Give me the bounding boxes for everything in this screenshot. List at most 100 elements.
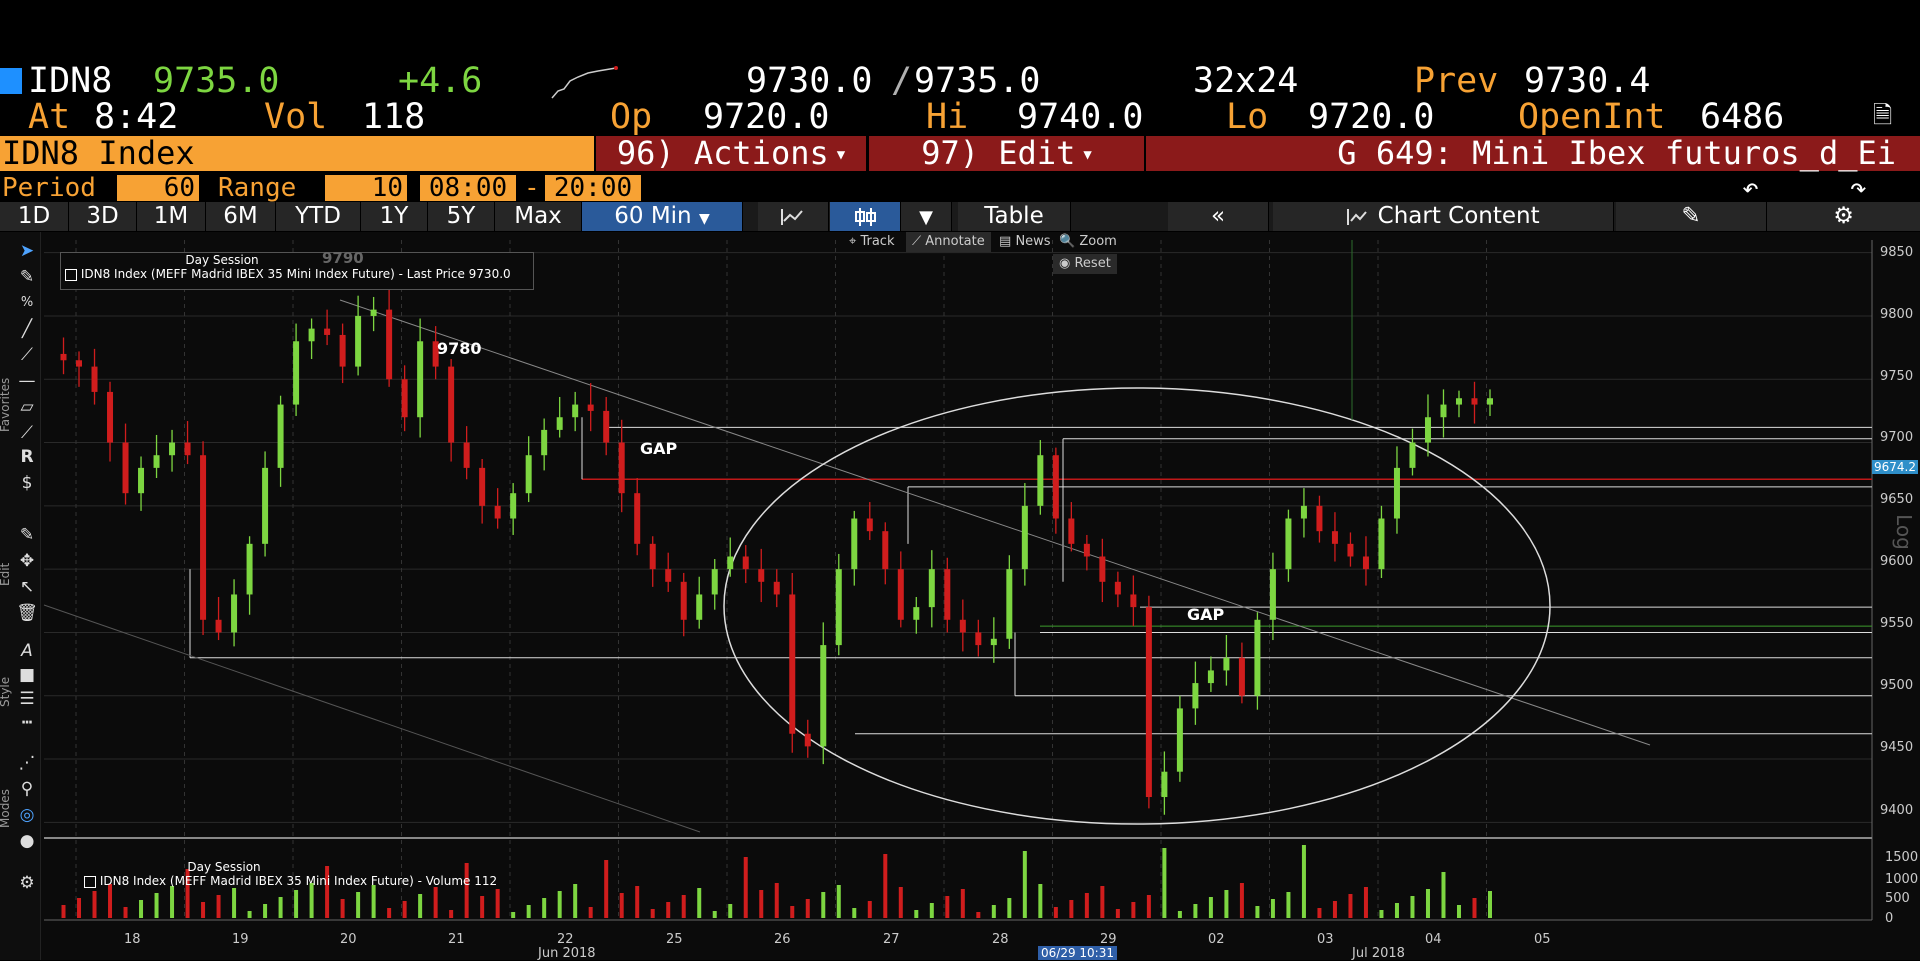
candle-body — [913, 607, 920, 620]
range-3d-button[interactable]: 3D — [69, 202, 137, 231]
fill-color-icon[interactable]: ■ — [16, 664, 38, 686]
select-arrow-icon[interactable]: ↖ — [16, 576, 38, 598]
volume-bar — [1317, 908, 1322, 918]
trash-icon[interactable]: 🗑 — [16, 602, 38, 624]
volume-bar — [1162, 848, 1167, 918]
volume-legend-series: IDN8 Index (MEFF Madrid IBEX 35 Mini Ind… — [99, 874, 498, 888]
track-button[interactable]: ⌖ Track — [843, 232, 901, 252]
candle-body — [1238, 657, 1245, 696]
legend-checkbox[interactable] — [65, 268, 77, 281]
candle-body — [1378, 518, 1385, 570]
period-input[interactable]: 60 — [117, 175, 199, 201]
candle-body — [525, 455, 532, 494]
candle-body — [91, 366, 98, 392]
reset-button[interactable]: ◉ Reset — [1053, 254, 1117, 274]
news-icon: ▤ — [999, 234, 1012, 249]
line-style-icon[interactable]: ┅ — [16, 712, 38, 734]
annotate-edit-button[interactable]: ✎ — [1616, 202, 1767, 231]
snap-icon[interactable]: ◎ — [16, 804, 38, 826]
range-6m-button[interactable]: 6M — [206, 202, 276, 231]
line-chart-button[interactable] — [758, 202, 829, 231]
bid-price: 9730.0 — [746, 61, 873, 101]
x-tick-27: 27 — [883, 932, 900, 947]
channel-icon[interactable]: ▱ — [16, 396, 38, 418]
range-max-button[interactable]: Max — [495, 202, 582, 231]
volume-bar — [1239, 883, 1244, 918]
candle-body — [277, 404, 284, 468]
drawing-toolbar: ➤ ✎ % ╱ ⟋ — ▱ ⟋ R $ ✎ ✥ ↖ 🗑 A ■ ☰ ┅ ⋰ ⚲ … — [0, 232, 41, 960]
volume-legend-checkbox[interactable] — [84, 875, 96, 888]
line-weight-icon[interactable]: ☰ — [16, 688, 38, 710]
candle-body — [665, 569, 672, 582]
ray-line-icon[interactable]: ⟋ — [16, 344, 38, 366]
end-time-input[interactable]: 20:00 — [545, 175, 641, 201]
move-icon[interactable]: ✥ — [16, 550, 38, 572]
percent-line-icon[interactable]: % — [16, 292, 38, 314]
volume-bar — [123, 907, 128, 918]
volume-bar — [805, 899, 810, 918]
redo-icon[interactable]: ↷ — [1850, 173, 1867, 203]
candle-body — [1192, 683, 1199, 709]
chart-type-dropdown[interactable]: ▼ — [901, 202, 952, 231]
palette-icon[interactable]: ● — [16, 830, 38, 852]
table-button[interactable]: Table — [958, 202, 1071, 231]
price-chart[interactable] — [0, 232, 1920, 960]
annotate-button[interactable]: ⟋ Annotate — [906, 232, 991, 252]
candle-body — [897, 569, 904, 620]
low-label: Lo — [1226, 97, 1269, 137]
candle-body — [107, 391, 114, 443]
level-annotation[interactable]: 9780 — [437, 339, 482, 358]
gap-annotation-2[interactable]: GAP — [1187, 605, 1224, 624]
bid-ask-size: 32x24 — [1193, 61, 1299, 101]
collapse-button[interactable]: « — [1168, 202, 1269, 231]
range-1m-button[interactable]: 1M — [137, 202, 206, 231]
magnet-icon[interactable]: ⚲ — [16, 778, 38, 800]
edit-menu[interactable]: 97) Edit ▼ — [869, 136, 1144, 171]
trend-line-icon[interactable]: ╱ — [16, 318, 38, 340]
range-1d-button[interactable]: 1D — [0, 202, 69, 231]
horizontal-line-icon[interactable]: — — [16, 370, 38, 392]
volume-bar — [1022, 851, 1027, 918]
gear-icon[interactable]: ⚙ — [16, 872, 38, 894]
pen-icon[interactable]: ✎ — [16, 266, 38, 288]
volume-bar — [1255, 906, 1260, 918]
volume-bar — [619, 893, 624, 918]
gear-icon: ⚙ — [1833, 203, 1854, 229]
undo-icon[interactable]: ↶ — [1742, 173, 1759, 203]
dotted-line-icon[interactable]: ⋰ — [16, 752, 38, 774]
range-1y-button[interactable]: 1Y — [361, 202, 428, 231]
chart-content-button[interactable]: Chart Content — [1273, 202, 1614, 231]
ghost-price-label: 9790 — [322, 249, 364, 267]
fib-icon[interactable]: ⟋ — [16, 422, 38, 444]
volume-bar — [635, 886, 640, 918]
y-tick-9700: 9700 — [1880, 430, 1914, 445]
edit-section-label: Edit — [0, 562, 12, 586]
candle-body — [122, 442, 129, 494]
retracement-icon[interactable]: R — [16, 446, 38, 468]
volume-bar — [697, 888, 702, 918]
dollar-ruler-icon[interactable]: $ — [16, 472, 38, 494]
volume-bar — [1007, 898, 1012, 918]
interval-dropdown[interactable]: 60 Min ▼ — [582, 202, 743, 231]
range-input[interactable]: 10 — [325, 175, 407, 201]
log-scale-label[interactable]: Log — [1892, 514, 1916, 550]
candle-body — [1068, 518, 1075, 544]
gap-annotation-1[interactable]: GAP — [640, 439, 677, 458]
candle-body — [711, 569, 718, 595]
range-toolbar: 1D 3D 1M 6M YTD 1Y 5Y Max 60 Min ▼ ▼ Tab… — [0, 202, 1920, 231]
volume-bar — [1348, 894, 1353, 918]
text-icon[interactable]: A — [16, 640, 38, 662]
candle-body — [820, 645, 827, 747]
actions-menu[interactable]: 96) Actions ▼ — [596, 136, 866, 171]
export-icon[interactable]: 🗎 — [1873, 100, 1897, 130]
pencil-icon: ✎ — [1681, 203, 1701, 229]
range-5y-button[interactable]: 5Y — [428, 202, 495, 231]
pencil-icon[interactable]: ✎ — [16, 524, 38, 546]
zoom-button[interactable]: 🔍 Zoom — [1053, 232, 1123, 252]
range-ytd-button[interactable]: YTD — [276, 202, 361, 231]
start-time-input[interactable]: 08:00 — [420, 175, 516, 201]
candle-chart-button[interactable] — [830, 202, 901, 231]
candle-body — [231, 594, 238, 633]
settings-button[interactable]: ⚙ — [1767, 202, 1920, 231]
news-button[interactable]: ▤ News — [993, 232, 1057, 252]
